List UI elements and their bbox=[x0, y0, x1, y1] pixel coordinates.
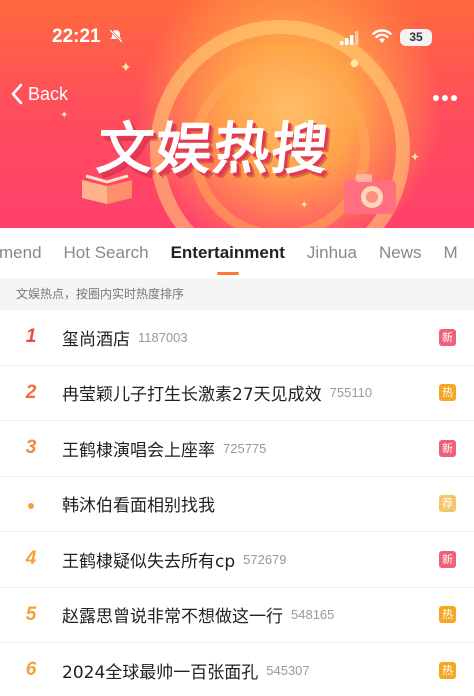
dot-icon bbox=[28, 502, 34, 509]
heat-count: 545307 bbox=[266, 662, 310, 678]
list-item[interactable]: 5 赵露思曾说非常不想做这一行 548165 热 bbox=[0, 588, 474, 643]
rank-number: 4 bbox=[25, 548, 37, 570]
list-item[interactable]: 4 王鹤棣疑似失去所有cp 572679 新 bbox=[0, 532, 474, 588]
heat-count: 725775 bbox=[223, 440, 267, 456]
new-badge: 新 bbox=[439, 439, 456, 457]
tab-hot-search[interactable]: Hot Search bbox=[53, 243, 160, 263]
rank-number: 1 bbox=[25, 326, 37, 348]
rank-number: 3 bbox=[25, 437, 37, 459]
header-banner: ✦ ● ✦ ✦ ✦ 22:21 35 Back 文娱热搜 bbox=[0, 0, 474, 228]
bell-muted-icon bbox=[109, 29, 123, 43]
more-options-icon[interactable] bbox=[432, 88, 458, 108]
promoted-dot bbox=[0, 493, 62, 515]
sparkle-icon: ● bbox=[350, 58, 359, 69]
tab-entertainment[interactable]: Entertainment bbox=[160, 243, 296, 275]
signal-icon bbox=[340, 31, 359, 45]
topic-title: 冉莹颖儿子打生长激素27天见成效 bbox=[62, 385, 322, 406]
heat-count: 548165 bbox=[291, 607, 335, 623]
hot-badge: 热 bbox=[439, 606, 456, 624]
topic-title: 玺尚酒店 bbox=[62, 329, 130, 350]
list-item[interactable]: 韩沐伯看面相别找我 荐 bbox=[0, 477, 474, 532]
list-item[interactable]: 2 冉莹颖儿子打生长激素27天见成效 755110 热 bbox=[0, 366, 474, 421]
list-description: 文娱热点，按圈内实时热度排序 bbox=[0, 278, 474, 310]
trending-list: 1 玺尚酒店 1187003 新 2 冉莹颖儿子打生长激素27天见成效 7551… bbox=[0, 310, 474, 696]
new-badge: 新 bbox=[439, 550, 456, 568]
sparkle-icon: ✦ bbox=[60, 110, 69, 121]
topic-title: 韩沐伯看面相别找我 bbox=[62, 496, 215, 517]
rank-number: 2 bbox=[25, 381, 37, 403]
topic-title: 王鹤棣演唱会上座率 bbox=[62, 440, 215, 461]
category-tabs: mend Hot Search Entertainment Jinhua New… bbox=[0, 228, 474, 278]
sparkle-icon: ✦ bbox=[410, 150, 421, 164]
list-item[interactable]: 1 玺尚酒店 1187003 新 bbox=[0, 310, 474, 366]
topic-title: 2024全球最帅一百张面孔 bbox=[62, 662, 259, 683]
back-label: Back bbox=[28, 83, 69, 104]
tab-recommend[interactable]: mend bbox=[0, 243, 53, 263]
new-badge: 新 bbox=[439, 328, 456, 346]
topic-title: 王鹤棣疑似失去所有cp bbox=[62, 551, 236, 572]
back-button[interactable]: Back bbox=[10, 80, 68, 108]
sparkle-icon: ✦ bbox=[300, 200, 309, 211]
heat-count: 1187003 bbox=[138, 329, 188, 345]
chevron-left-icon bbox=[11, 83, 23, 105]
heat-count: 755110 bbox=[329, 385, 373, 401]
book-icon bbox=[82, 174, 132, 204]
topic-title: 赵露思曾说非常不想做这一行 bbox=[62, 607, 283, 628]
wifi-icon bbox=[372, 29, 392, 43]
recommended-badge: 荐 bbox=[439, 495, 456, 513]
tab-jinhua[interactable]: Jinhua bbox=[296, 243, 368, 263]
sparkle-icon: ✦ bbox=[120, 60, 132, 76]
tab-more[interactable]: M bbox=[433, 243, 469, 263]
hot-badge: 热 bbox=[439, 384, 456, 402]
battery-indicator: 35 bbox=[400, 29, 432, 46]
camera-icon bbox=[344, 174, 396, 214]
heat-count: 572679 bbox=[243, 551, 287, 567]
status-time: 22:21 bbox=[52, 26, 101, 47]
rank-number: 6 bbox=[25, 659, 37, 681]
list-item[interactable]: 3 王鹤棣演唱会上座率 725775 新 bbox=[0, 421, 474, 477]
tab-news[interactable]: News bbox=[368, 243, 433, 263]
rank-number: 5 bbox=[25, 603, 37, 625]
hot-badge: 热 bbox=[439, 661, 456, 679]
list-item[interactable]: 6 2024全球最帅一百张面孔 545307 热 bbox=[0, 643, 474, 696]
